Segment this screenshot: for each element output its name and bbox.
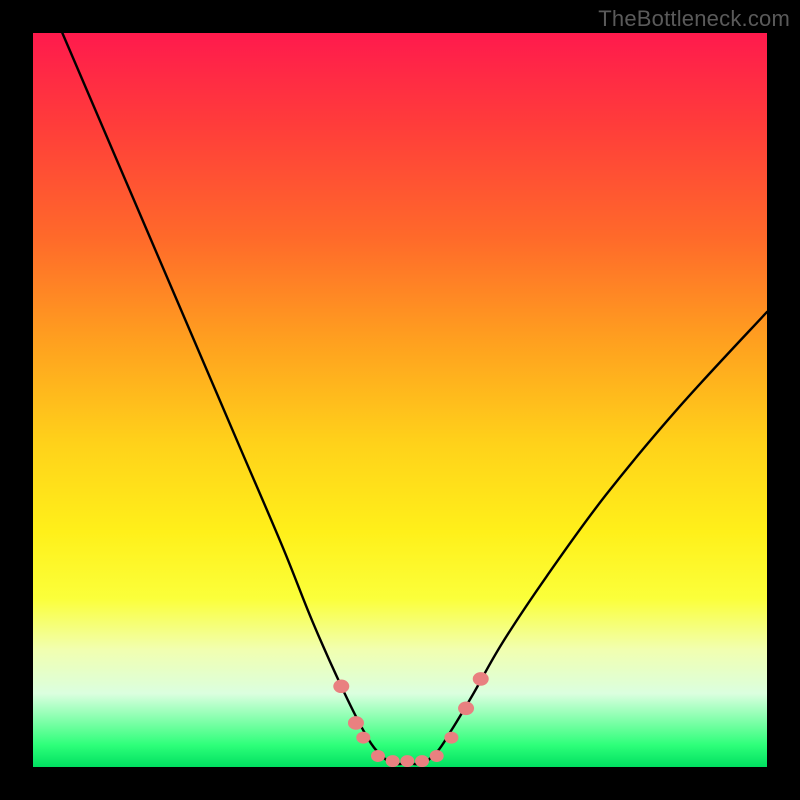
curve-svg xyxy=(33,33,767,767)
curve-marker xyxy=(333,679,349,693)
curve-markers xyxy=(333,672,488,767)
curve-marker xyxy=(386,755,400,767)
curve-marker xyxy=(371,750,385,762)
curve-marker xyxy=(458,701,474,715)
curve-marker xyxy=(348,716,364,730)
chart-frame: TheBottleneck.com xyxy=(0,0,800,800)
curve-marker xyxy=(400,755,414,767)
curve-marker xyxy=(430,750,444,762)
watermark-text: TheBottleneck.com xyxy=(598,6,790,32)
curve-marker xyxy=(444,732,458,744)
curve-marker xyxy=(356,732,370,744)
bottleneck-curve xyxy=(62,33,767,764)
curve-marker xyxy=(415,755,429,767)
plot-area xyxy=(33,33,767,767)
curve-marker xyxy=(473,672,489,686)
